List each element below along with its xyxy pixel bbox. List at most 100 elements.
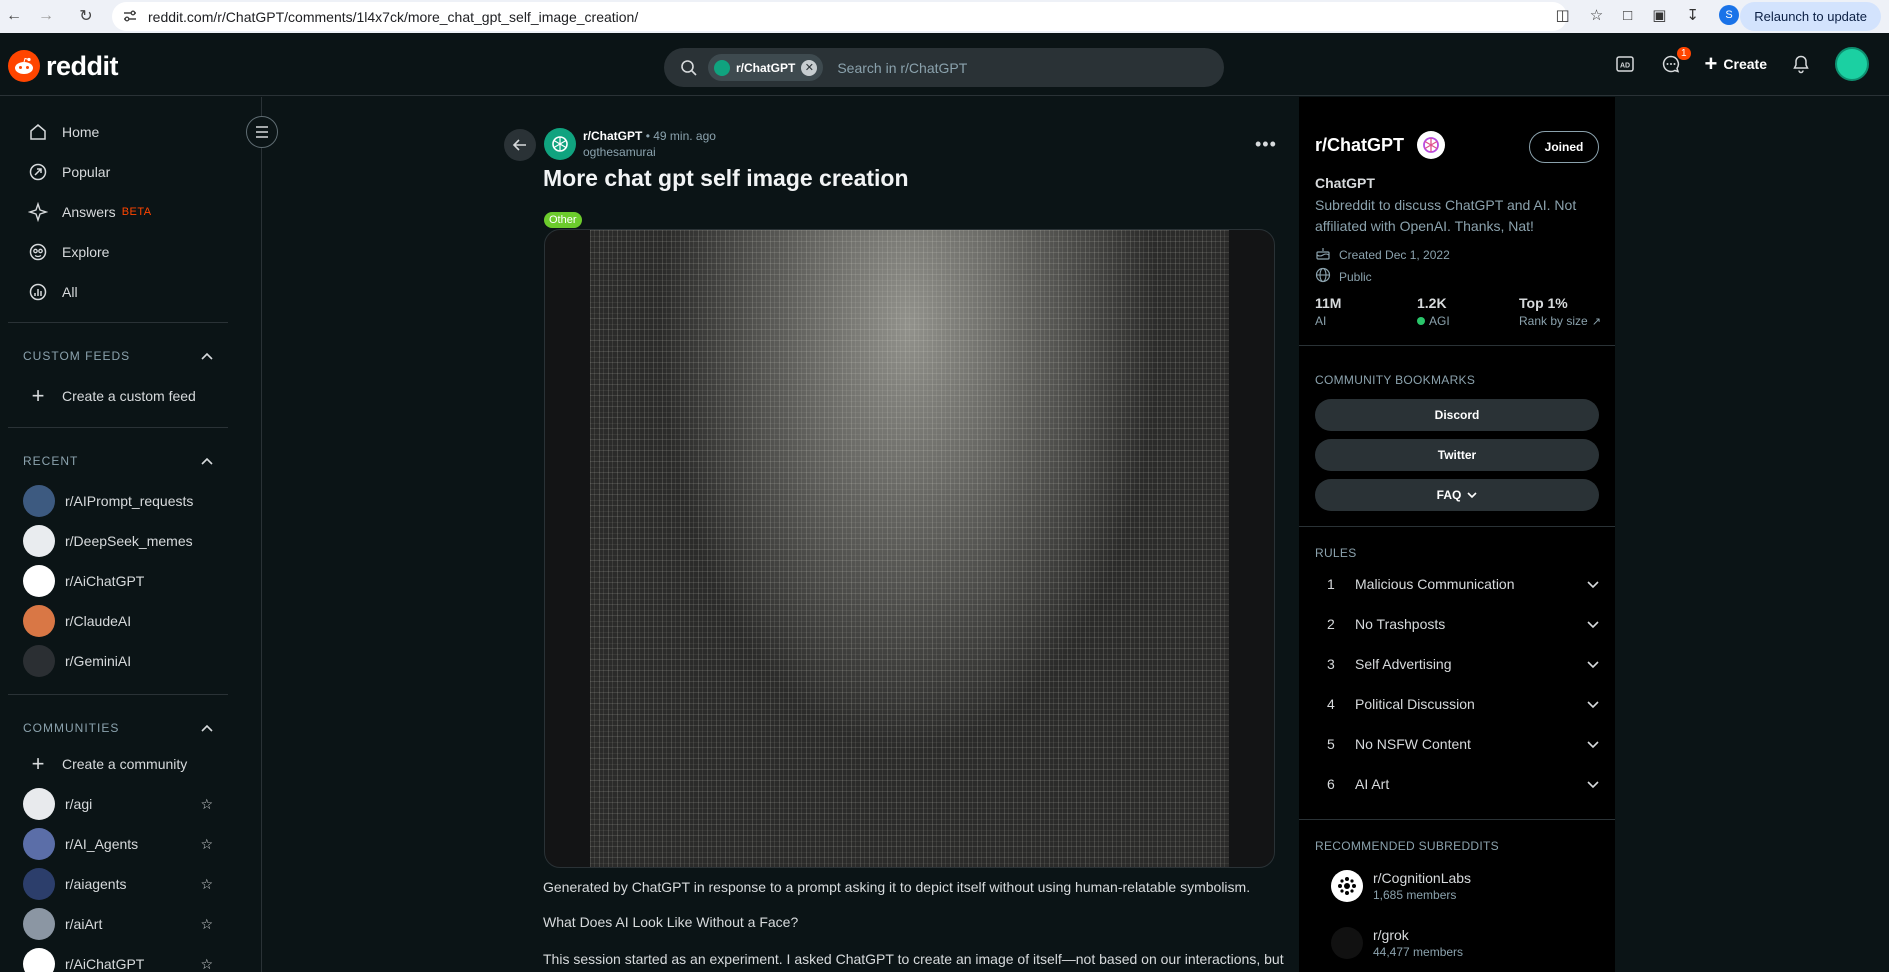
rule-item[interactable]: 2 No Trashposts xyxy=(1327,616,1599,632)
recent-item[interactable]: r/AIPrompt_requests xyxy=(23,485,213,517)
community-description: Subreddit to discuss ChatGPT and AI. Not… xyxy=(1315,197,1577,234)
site-info-icon[interactable] xyxy=(122,8,138,24)
clear-scope-icon[interactable]: ✕ xyxy=(801,59,818,76)
visibility: Public xyxy=(1315,267,1372,286)
reading-mode-icon[interactable]: ▣ xyxy=(1652,6,1666,24)
reload-icon[interactable]: ↻ xyxy=(72,6,100,26)
rule-number: 5 xyxy=(1327,736,1335,752)
rule-number: 1 xyxy=(1327,576,1335,592)
sidebar-item-popular[interactable]: Popular xyxy=(28,162,110,182)
post-media[interactable] xyxy=(544,229,1275,868)
community-item[interactable]: r/agi ☆ xyxy=(23,788,213,820)
joined-button[interactable]: Joined xyxy=(1529,131,1599,163)
post-author[interactable]: ogthesamurai xyxy=(583,145,716,159)
menu-icon xyxy=(256,126,268,138)
create-label: Create xyxy=(1723,56,1767,72)
bookmark-discord-button[interactable]: Discord xyxy=(1315,399,1599,431)
community-avatar xyxy=(23,605,55,637)
home-icon xyxy=(28,122,48,142)
more-options-icon[interactable]: ••• xyxy=(1255,134,1277,155)
search-bar[interactable]: r/ChatGPT ✕ Search in r/ChatGPT xyxy=(664,48,1224,87)
recent-header[interactable]: RECENT xyxy=(23,454,213,468)
stat-value: Top 1% xyxy=(1519,295,1568,311)
sidebar-item-explore[interactable]: Explore xyxy=(28,242,109,262)
post-flair[interactable]: Other xyxy=(544,212,582,228)
recent-item[interactable]: r/GeminiAI xyxy=(23,645,213,677)
section-title: CUSTOM FEEDS xyxy=(23,349,131,363)
sidebar-item-all[interactable]: All xyxy=(28,282,78,302)
sidebar-toggle-button[interactable] xyxy=(246,116,278,148)
created-date: Created Dec 1, 2022 xyxy=(1315,245,1450,264)
community-item[interactable]: r/AiChatGPT ☆ xyxy=(23,948,213,972)
community-name[interactable]: r/ChatGPT xyxy=(1315,135,1404,156)
community-item[interactable]: r/aiagents ☆ xyxy=(23,868,213,900)
downloads-icon[interactable]: ↧ xyxy=(1686,6,1699,24)
install-icon[interactable]: ◫ xyxy=(1556,6,1570,24)
profile-avatar[interactable]: S xyxy=(1719,5,1739,25)
bookmark-twitter-button[interactable]: Twitter xyxy=(1315,439,1599,471)
stat-label: AI xyxy=(1315,314,1327,328)
sidebar-item-label: All xyxy=(62,284,78,300)
post-time: • 49 min. ago xyxy=(645,129,716,143)
extensions-icon[interactable]: □ xyxy=(1623,7,1632,24)
back-button[interactable] xyxy=(504,129,536,161)
community-avatar xyxy=(23,565,55,597)
post-subreddit-link[interactable]: r/ChatGPT xyxy=(583,129,642,143)
explore-icon xyxy=(28,242,48,262)
notifications-bell-icon[interactable] xyxy=(1789,52,1813,76)
rule-number: 3 xyxy=(1327,656,1335,672)
community-avatar xyxy=(23,868,55,900)
community-name: r/AiChatGPT xyxy=(65,956,145,972)
recent-item[interactable]: r/DeepSeek_memes xyxy=(23,525,213,557)
favorite-star-icon[interactable]: ☆ xyxy=(200,876,213,893)
stat-value: 1.2K xyxy=(1417,295,1447,311)
relaunch-button[interactable]: Relaunch to update xyxy=(1740,2,1881,31)
sidebar-item-answers[interactable]: Answers BETA xyxy=(28,202,152,222)
bookmark-star-icon[interactable]: ☆ xyxy=(1590,6,1603,24)
address-bar[interactable]: reddit.com/r/ChatGPT/comments/1l4x7ck/mo… xyxy=(112,2,1567,31)
rule-text: Self Advertising xyxy=(1355,656,1452,672)
recent-item[interactable]: r/ClaudeAI xyxy=(23,605,213,637)
favorite-star-icon[interactable]: ☆ xyxy=(200,916,213,933)
community-sidebar: r/ChatGPT Joined ChatGPT Subreddit to di… xyxy=(1299,97,1615,972)
subreddit-avatar[interactable] xyxy=(544,128,576,160)
community-item[interactable]: r/aiArt ☆ xyxy=(23,908,213,940)
sidebar-item-label: Create a custom feed xyxy=(62,388,196,404)
chat-icon[interactable]: 1 xyxy=(1659,47,1691,76)
search-input[interactable]: Search in r/ChatGPT xyxy=(837,60,967,76)
community-item[interactable]: r/AI_Agents ☆ xyxy=(23,828,213,860)
community-avatar xyxy=(23,525,55,557)
recommended-name: r/CognitionLabs xyxy=(1373,870,1472,886)
reddit-logo[interactable]: reddit xyxy=(8,50,119,82)
back-arrow-icon xyxy=(512,139,526,151)
create-community-button[interactable]: + Create a community xyxy=(28,751,188,776)
favorite-star-icon[interactable]: ☆ xyxy=(200,956,213,972)
custom-feeds-header[interactable]: CUSTOM FEEDS xyxy=(23,349,213,363)
community-name: r/GeminiAI xyxy=(65,653,132,669)
rule-item[interactable]: 4 Political Discussion xyxy=(1327,696,1599,712)
forward-arrow-icon[interactable]: → xyxy=(32,7,60,25)
back-arrow-icon[interactable]: ← xyxy=(0,7,28,25)
favorite-star-icon[interactable]: ☆ xyxy=(200,836,213,853)
create-custom-feed-button[interactable]: + Create a custom feed xyxy=(28,383,196,408)
recommended-item[interactable]: r/grok 44,477 members xyxy=(1331,927,1463,959)
advertise-icon[interactable]: AD xyxy=(1613,52,1637,76)
stat-value: 11M xyxy=(1315,295,1342,311)
favorite-star-icon[interactable]: ☆ xyxy=(200,796,213,813)
create-button[interactable]: + Create xyxy=(1705,53,1767,75)
bookmark-faq-button[interactable]: FAQ xyxy=(1315,479,1599,511)
rule-item[interactable]: 6 AI Art xyxy=(1327,776,1599,792)
rule-item[interactable]: 5 No NSFW Content xyxy=(1327,736,1599,752)
communities-header[interactable]: COMMUNITIES xyxy=(23,721,213,735)
stat-rank[interactable]: Top 1% Rank by size ↗ xyxy=(1519,295,1601,328)
sidebar-item-home[interactable]: Home xyxy=(28,122,99,142)
post-image[interactable] xyxy=(590,230,1229,867)
recommended-item[interactable]: r/CognitionLabs 1,685 members xyxy=(1331,870,1471,902)
openai-logo-icon xyxy=(552,136,568,152)
rule-item[interactable]: 1 Malicious Communication xyxy=(1327,576,1599,592)
search-scope-chip[interactable]: r/ChatGPT ✕ xyxy=(708,54,824,81)
user-avatar[interactable] xyxy=(1835,47,1869,81)
sidebar-item-label: Answers xyxy=(62,204,116,220)
rule-item[interactable]: 3 Self Advertising xyxy=(1327,656,1599,672)
recent-item[interactable]: r/AiChatGPT xyxy=(23,565,213,597)
